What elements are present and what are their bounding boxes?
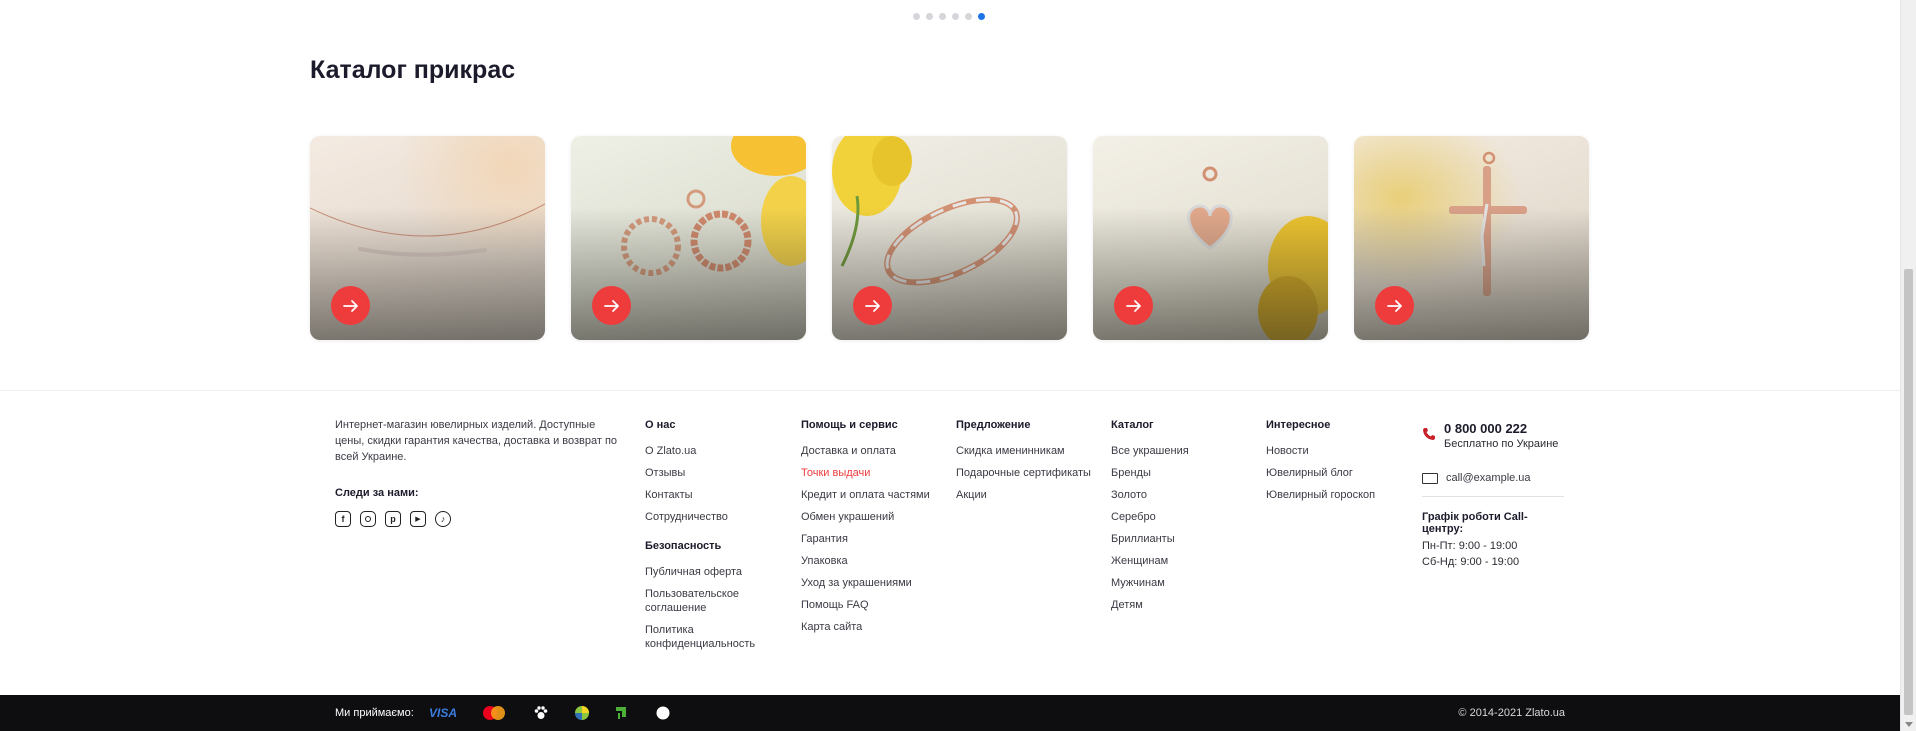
footer-link-blog[interactable]: Ювелирный блог xyxy=(1266,466,1375,480)
footer-col-title: Помощь и сервис xyxy=(801,419,898,431)
footer-link-packaging[interactable]: Упаковка xyxy=(801,554,930,568)
footer-link-men[interactable]: Мужчинам xyxy=(1111,576,1189,590)
footer-link-care[interactable]: Уход за украшениями xyxy=(801,576,930,590)
footer-link-sitemap[interactable]: Карта сайта xyxy=(801,620,930,634)
paw-payment-icon xyxy=(533,704,549,722)
catalog-cards xyxy=(310,136,1589,340)
footer-link-birthday-discount[interactable]: Скидка именинникам xyxy=(956,444,1091,458)
tiktok-icon[interactable]: ♪ xyxy=(435,511,451,527)
carousel-dot[interactable] xyxy=(939,13,946,20)
footer-link-agreement[interactable]: Пользовательское соглашение xyxy=(645,587,755,615)
carousel-dot[interactable] xyxy=(913,13,920,20)
arrow-right-icon xyxy=(864,299,880,312)
mail-icon xyxy=(1422,472,1438,484)
follow-us-label: Следи за нами: xyxy=(335,487,419,499)
footer-link-pickup[interactable]: Точки выдачи xyxy=(801,466,930,480)
card-arrow-button[interactable] xyxy=(592,286,631,325)
carousel-dot-active[interactable] xyxy=(978,13,985,20)
footer-col-title: Безопасность xyxy=(645,540,722,552)
footer-link-brands[interactable]: Бренды xyxy=(1111,466,1189,480)
footer-col-help: Помощь и сервис Доставка и оплата Точки … xyxy=(801,419,930,642)
catalog-card-bracelet[interactable] xyxy=(832,136,1067,340)
contact-divider xyxy=(1422,496,1564,497)
mastercard-icon xyxy=(481,704,507,722)
phone-icon xyxy=(1423,428,1435,440)
footer-col-title: Каталог xyxy=(1111,419,1154,431)
footer-link-delivery[interactable]: Доставка и оплата xyxy=(801,444,930,458)
pinterest-icon[interactable]: p xyxy=(385,511,401,527)
copyright: © 2014-2021 Zlato.ua xyxy=(1458,707,1565,719)
footer-col-catalog: Каталог Все украшения Бренды Золото Сере… xyxy=(1111,419,1189,620)
instagram-icon[interactable] xyxy=(360,511,376,527)
card-arrow-button[interactable] xyxy=(853,286,892,325)
footer-link-reviews[interactable]: Отзывы xyxy=(645,466,765,480)
footer-link-warranty[interactable]: Гарантия xyxy=(801,532,930,546)
carousel-dot[interactable] xyxy=(965,13,972,20)
scroll-down-arrow-icon[interactable] xyxy=(1905,722,1913,727)
catalog-card-necklace[interactable] xyxy=(310,136,545,340)
footer-link-about[interactable]: О Zlato.ua xyxy=(645,444,765,458)
footer-link-faq[interactable]: Помощь FAQ xyxy=(801,598,930,612)
footer-about-text: Интернет-магазин ювелирных изделий. Дост… xyxy=(335,419,618,463)
card-arrow-button[interactable] xyxy=(331,286,370,325)
circle-payment-icon xyxy=(574,704,590,722)
footer-link-women[interactable]: Женщинам xyxy=(1111,554,1189,568)
schedule-title: Графік роботи Call-центру: xyxy=(1422,511,1528,535)
footer-link-horoscope[interactable]: Ювелирный гороскоп xyxy=(1266,488,1375,502)
visa-icon: VISA xyxy=(429,706,458,720)
footer-link-cooperation[interactable]: Сотрудничество xyxy=(645,510,765,524)
footer-col-interesting: Интересное Новости Ювелирный блог Ювелир… xyxy=(1266,419,1375,510)
footer-divider xyxy=(0,390,1900,391)
we-accept-label: Ми приймаємо: xyxy=(335,707,414,719)
footer-link-gift-cards[interactable]: Подарочные сертификаты xyxy=(956,466,1091,480)
footer-link-privacy[interactable]: Политика конфиденциальность xyxy=(645,623,765,651)
phone-block[interactable]: 0 800 000 222 Бесплатно по Украине xyxy=(1422,421,1564,450)
carousel-dot[interactable] xyxy=(926,13,933,20)
card-arrow-button[interactable] xyxy=(1114,286,1153,325)
email-block[interactable]: call@example.ua xyxy=(1422,472,1564,484)
carousel-dots xyxy=(913,13,985,20)
catalog-card-cross[interactable] xyxy=(1354,136,1589,340)
schedule-weekend: Сб-Нд: 9:00 - 19:00 xyxy=(1422,556,1520,568)
footer-link-contacts[interactable]: Контакты xyxy=(645,488,765,502)
youtube-icon[interactable]: ▶ xyxy=(410,511,426,527)
applepay-icon xyxy=(655,704,671,722)
footer-link-all-jewelry[interactable]: Все украшения xyxy=(1111,444,1189,458)
footer-col-title: Предложение xyxy=(956,419,1031,431)
footer-link-credit[interactable]: Кредит и оплата частями xyxy=(801,488,930,502)
footer-link-diamonds[interactable]: Бриллианты xyxy=(1111,532,1189,546)
footer-col-title: О нас xyxy=(645,419,676,431)
social-links: f p ▶ ♪ xyxy=(335,511,451,527)
footer-col-offers: Предложение Скидка именинникам Подарочны… xyxy=(956,419,1091,510)
schedule-weekdays: Пн-Пт: 9:00 - 19:00 xyxy=(1422,540,1518,552)
footer-link-gold[interactable]: Золото xyxy=(1111,488,1189,502)
footer-link-silver[interactable]: Серебро xyxy=(1111,510,1189,524)
privat-payment-icon xyxy=(614,704,630,722)
card-arrow-button[interactable] xyxy=(1375,286,1414,325)
carousel-dot[interactable] xyxy=(952,13,959,20)
catalog-card-pendant[interactable] xyxy=(1093,136,1328,340)
scrollbar-thumb[interactable] xyxy=(1904,269,1913,715)
footer-col-about: О нас О Zlato.ua Отзывы Контакты Сотрудн… xyxy=(645,419,765,659)
email-link[interactable]: call@example.ua xyxy=(1446,472,1531,484)
footer-link-promotions[interactable]: Акции xyxy=(956,488,1091,502)
phone-note: Бесплатно по Украине xyxy=(1444,438,1559,450)
arrow-right-icon xyxy=(1386,299,1402,312)
arrow-right-icon xyxy=(1125,299,1141,312)
catalog-card-earrings[interactable] xyxy=(571,136,806,340)
footer-contact: 0 800 000 222 Бесплатно по Украине call@… xyxy=(1422,421,1564,570)
footer-col-title: Интересное xyxy=(1266,419,1331,431)
footer-link-kids[interactable]: Детям xyxy=(1111,598,1189,612)
arrow-right-icon xyxy=(342,299,358,312)
scrollbar[interactable] xyxy=(1900,0,1916,731)
facebook-icon[interactable]: f xyxy=(335,511,351,527)
catalog-title: Каталог прикрас xyxy=(310,56,516,84)
footer-link-offer[interactable]: Публичная оферта xyxy=(645,565,765,579)
footer-link-exchange[interactable]: Обмен украшений xyxy=(801,510,930,524)
phone-number[interactable]: 0 800 000 222 xyxy=(1444,421,1558,436)
footer-link-news[interactable]: Новости xyxy=(1266,444,1375,458)
bottom-bar: Ми приймаємо: VISA © 2014-2021 Zlato.ua xyxy=(0,695,1900,731)
arrow-right-icon xyxy=(603,299,619,312)
